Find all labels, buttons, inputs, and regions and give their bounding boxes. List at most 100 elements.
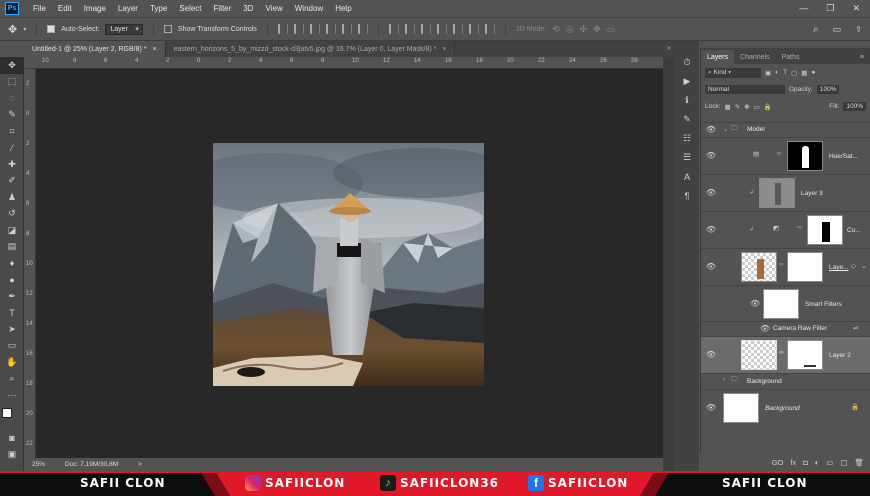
filter-blending-icon[interactable]: ⇌ <box>853 324 858 332</box>
tab-untitled-1[interactable]: Untitled-1 @ 25% (Layer 2, RGB/8) * × <box>24 41 166 57</box>
filter-smart-icon[interactable]: ▦ <box>801 69 807 77</box>
menu-view[interactable]: View <box>260 4 289 13</box>
eraser-tool-icon[interactable]: ◪ <box>0 222 24 239</box>
menu-help[interactable]: Help <box>329 4 357 13</box>
distribute-top-icon[interactable] <box>388 24 399 34</box>
brushes-panel-icon[interactable]: ✎ <box>675 110 699 129</box>
character-panel-icon[interactable]: A <box>675 167 699 186</box>
dodge-tool-icon[interactable]: ● <box>0 272 24 289</box>
layer-group-background[interactable]: › 🗀 Background <box>701 373 870 389</box>
lock-all-icon[interactable]: 🔒 <box>764 103 772 111</box>
type-tool-icon[interactable]: T <box>0 305 24 322</box>
crop-tool-icon[interactable]: ⌗ <box>0 123 24 140</box>
filter-kind-dropdown[interactable]: ⌕ Kind ▾ <box>705 67 761 78</box>
menu-select[interactable]: Select <box>173 4 207 13</box>
move-tool-icon[interactable]: ✥ <box>8 23 17 36</box>
chevron-down-icon[interactable]: ⌄ <box>723 125 728 133</box>
layer-name[interactable]: Cu... <box>847 227 861 234</box>
auto-select-dropdown[interactable]: Layer <box>105 23 143 35</box>
layer-curves[interactable]: 👁 ↲ ◩ ∞ Cu... <box>701 211 870 248</box>
layer-smart-object[interactable]: 👁 ∞ Laye... ◇ ⌄ <box>701 248 870 285</box>
hand-tool-icon[interactable]: ✋ <box>0 354 24 371</box>
lasso-tool-icon[interactable]: ◌ <box>0 90 24 107</box>
lock-pixels-icon[interactable]: ✎ <box>735 103 740 111</box>
lock-artboard-icon[interactable]: ▭ <box>754 103 760 111</box>
auto-select-checkbox[interactable] <box>47 25 56 33</box>
layer-name[interactable]: Background <box>765 405 800 412</box>
menu-file[interactable]: File <box>27 4 52 13</box>
quick-mask-icon[interactable]: ◙ <box>0 430 24 447</box>
show-transform-checkbox[interactable] <box>163 25 172 33</box>
align-bottom-icon[interactable] <box>309 24 320 34</box>
filter-type-icon[interactable]: T <box>783 69 787 76</box>
layer-name[interactable]: Hue/Sat... <box>829 153 858 160</box>
fx-icon[interactable]: fx <box>790 458 796 467</box>
pan-3d-icon[interactable]: ✣ <box>580 24 588 35</box>
smart-filter-mask-thumbnail[interactable] <box>763 289 799 319</box>
marquee-tool-icon[interactable]: ⬚ <box>0 74 24 91</box>
blend-mode-dropdown[interactable]: Normal <box>705 85 785 94</box>
layer-name[interactable]: Background <box>747 378 782 385</box>
healing-tool-icon[interactable]: ✚ <box>0 156 24 173</box>
layer-mask-thumbnail[interactable] <box>787 252 823 282</box>
layer-name[interactable]: Laye... <box>829 264 849 271</box>
adjustments-panel-icon[interactable]: ☷ <box>675 129 699 148</box>
tab-paths[interactable]: Paths <box>776 54 806 64</box>
filter-adjust-icon[interactable]: ◐ <box>775 69 779 76</box>
layer-group-model[interactable]: 👁 ⌄ 🗀 Model <box>701 122 870 137</box>
foreground-color-swatch[interactable] <box>2 407 12 418</box>
blur-tool-icon[interactable]: ♦ <box>0 255 24 272</box>
filter-shape-icon[interactable]: ▢ <box>791 69 797 77</box>
minimize-button[interactable]: — <box>799 3 808 14</box>
options-icon[interactable]: ⌄ <box>861 262 866 270</box>
opacity-input[interactable]: 100% <box>816 85 840 94</box>
path-select-tool-icon[interactable]: ➤ <box>0 321 24 338</box>
layer-mask-thumbnail[interactable] <box>787 340 823 370</box>
layer-mask-thumbnail[interactable] <box>807 215 843 245</box>
actions-play-icon[interactable]: ▶ <box>675 72 699 91</box>
layer-thumbnail[interactable] <box>741 340 777 370</box>
paragraph-panel-icon[interactable]: ¶ <box>675 186 699 205</box>
visibility-eye-icon[interactable]: 👁 <box>705 350 717 359</box>
layer-name[interactable]: Model <box>747 126 765 133</box>
add-mask-icon[interactable]: ◘ <box>803 458 808 467</box>
orbit-3d-icon[interactable]: ⟲ <box>552 24 560 35</box>
layer-thumbnail[interactable] <box>759 178 795 208</box>
filter-toggle-icon[interactable]: ● <box>811 69 815 76</box>
visibility-eye-icon[interactable]: 👁 <box>705 125 717 134</box>
visibility-eye-icon[interactable]: 👁 <box>705 262 717 271</box>
color-swatches[interactable] <box>0 404 23 430</box>
properties-panel-icon[interactable]: ☰ <box>675 148 699 167</box>
link-layers-icon[interactable]: GO <box>772 458 784 467</box>
restore-button[interactable]: ❐ <box>826 3 834 14</box>
lock-position-icon[interactable]: ✥ <box>744 103 749 111</box>
menu-3d[interactable]: 3D <box>237 4 259 13</box>
lock-transparent-icon[interactable]: ▦ <box>725 103 731 111</box>
zoom-tool-icon[interactable]: ⌕ <box>0 371 24 388</box>
search-icon[interactable]: ⌕ <box>813 24 819 35</box>
visibility-eye-icon[interactable]: 👁 <box>705 188 717 197</box>
visibility-eye-icon[interactable]: 👁 <box>759 324 771 333</box>
distribute-center-icon[interactable] <box>452 24 463 34</box>
link-icon[interactable]: ∞ <box>779 261 784 268</box>
lock-icon[interactable]: 🔒 <box>851 403 859 411</box>
link-icon[interactable]: ∞ <box>779 349 784 356</box>
quick-select-tool-icon[interactable]: ✎ <box>0 107 24 124</box>
menu-layer[interactable]: Layer <box>112 4 144 13</box>
layer-thumbnail[interactable] <box>723 393 759 423</box>
close-window-button[interactable]: ✕ <box>852 3 860 14</box>
chevron-right-icon[interactable]: › <box>723 376 725 383</box>
layer-name[interactable]: Layer 3 <box>801 190 823 197</box>
slide-3d-icon[interactable]: ✥ <box>593 24 601 35</box>
screen-mode-icon[interactable]: ▣ <box>0 446 24 463</box>
trash-icon[interactable]: 🗑 <box>854 458 864 467</box>
distribute-left-icon[interactable] <box>436 24 447 34</box>
align-right-icon[interactable] <box>357 24 368 34</box>
document-canvas[interactable] <box>213 143 484 386</box>
tool-preset-arrow-icon[interactable]: ▾ <box>23 26 26 33</box>
tab-layers[interactable]: Layers <box>701 50 735 64</box>
fill-input[interactable]: 100% <box>843 102 866 111</box>
adjustment-layer-icon[interactable]: ◐ <box>815 458 820 467</box>
menu-filter[interactable]: Filter <box>208 4 238 13</box>
distribute-bottom-icon[interactable] <box>420 24 431 34</box>
